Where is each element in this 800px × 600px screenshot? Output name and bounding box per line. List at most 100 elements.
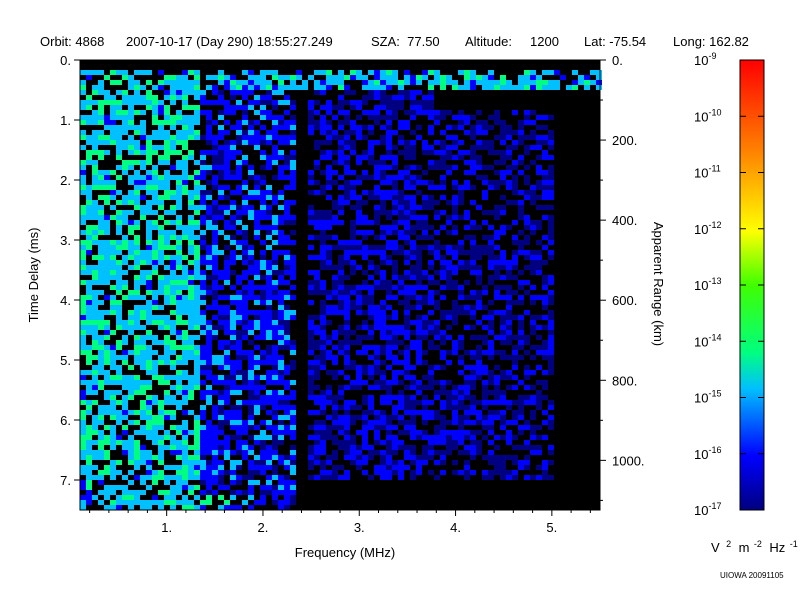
heatmap-cell: [122, 160, 128, 165]
heatmap-cell: [272, 125, 278, 130]
heatmap-cell: [530, 80, 536, 85]
heatmap-cell: [524, 395, 530, 400]
heatmap-cell: [476, 225, 482, 230]
heatmap-cell: [218, 480, 224, 485]
heatmap-cell: [500, 80, 506, 85]
heatmap-cell: [488, 320, 494, 325]
heatmap-cell: [422, 270, 428, 275]
heatmap-cell: [260, 285, 266, 290]
heatmap-cell: [266, 450, 272, 455]
heatmap-cell: [230, 90, 236, 95]
heatmap-cell: [212, 120, 218, 125]
heatmap-cell: [374, 170, 380, 175]
heatmap-cell: [452, 255, 458, 260]
heatmap-cell: [308, 350, 314, 355]
heatmap-cell: [422, 150, 428, 155]
heatmap-cell: [392, 330, 398, 335]
heatmap-cell: [512, 260, 518, 265]
heatmap-cell: [152, 175, 158, 180]
heatmap-cell: [452, 315, 458, 320]
heatmap-cell: [386, 70, 392, 75]
heatmap-cell: [404, 335, 410, 340]
heatmap-cell: [122, 385, 128, 390]
heatmap-cell: [278, 220, 284, 225]
heatmap-cell: [440, 330, 446, 335]
heatmap-cell: [230, 495, 236, 500]
heatmap-cell: [104, 295, 110, 300]
heatmap-cell: [308, 130, 314, 135]
heatmap-cell: [320, 305, 326, 310]
heatmap-cell: [122, 255, 128, 260]
heatmap-cell: [242, 455, 248, 460]
heatmap-cell: [182, 465, 188, 470]
heatmap-cell: [476, 335, 482, 340]
heatmap-cell: [176, 190, 182, 195]
heatmap-cell: [542, 175, 548, 180]
heatmap-cell: [428, 100, 434, 105]
heatmap-cell: [392, 200, 398, 205]
heatmap-cell: [188, 125, 194, 130]
heatmap-cell: [350, 245, 356, 250]
heatmap-cell: [524, 265, 530, 270]
heatmap-cell: [326, 255, 332, 260]
heatmap-cell: [92, 165, 98, 170]
heatmap-cell: [290, 460, 296, 465]
heatmap-cell: [488, 400, 494, 405]
heatmap-cell: [350, 235, 356, 240]
heatmap-cell: [248, 105, 254, 110]
heatmap-cell: [332, 310, 338, 315]
heatmap-cell: [482, 420, 488, 425]
heatmap-cell: [476, 120, 482, 125]
heatmap-cell: [254, 355, 260, 360]
heatmap-cell: [458, 125, 464, 130]
heatmap-cell: [350, 100, 356, 105]
heatmap-cell: [284, 490, 290, 495]
heatmap-cell: [416, 345, 422, 350]
heatmap-cell: [206, 115, 212, 120]
heatmap-cell: [182, 80, 188, 85]
heatmap-cell: [536, 380, 542, 385]
heatmap-cell: [98, 360, 104, 365]
heatmap-cell: [440, 140, 446, 145]
heatmap-cell: [98, 435, 104, 440]
heatmap-cell: [236, 125, 242, 130]
heatmap-cell: [206, 500, 212, 505]
heatmap-cell: [530, 70, 536, 75]
heatmap-cell: [350, 285, 356, 290]
heatmap-cell: [110, 255, 116, 260]
heatmap-cell: [338, 195, 344, 200]
heatmap-cell: [272, 240, 278, 245]
heatmap-cell: [404, 455, 410, 460]
heatmap-cell: [500, 155, 506, 160]
heatmap-cell: [242, 85, 248, 90]
heatmap-cell: [140, 280, 146, 285]
heatmap-cell: [242, 230, 248, 235]
heatmap-cell: [380, 285, 386, 290]
heatmap-cell: [98, 445, 104, 450]
heatmap-cell: [200, 165, 206, 170]
heatmap-cell: [416, 235, 422, 240]
heatmap-cell: [446, 405, 452, 410]
heatmap-cell: [440, 470, 446, 475]
heatmap-cell: [536, 350, 542, 355]
heatmap-cell: [464, 460, 470, 465]
heatmap-cell: [338, 265, 344, 270]
heatmap-cell: [164, 380, 170, 385]
heatmap-cell: [476, 290, 482, 295]
heatmap-cell: [320, 390, 326, 395]
heatmap-cell: [236, 305, 242, 310]
heatmap-cell: [266, 195, 272, 200]
heatmap-cell: [110, 190, 116, 195]
heatmap-cell: [272, 465, 278, 470]
heatmap-cell: [524, 145, 530, 150]
heatmap-cell: [242, 305, 248, 310]
heatmap-cell: [392, 205, 398, 210]
heatmap-cell: [422, 300, 428, 305]
heatmap-cell: [200, 220, 206, 225]
heatmap-cell: [548, 345, 554, 350]
heatmap-cell: [182, 75, 188, 80]
heatmap-cell: [260, 100, 266, 105]
heatmap-cell: [506, 125, 512, 130]
heatmap-cell: [356, 75, 362, 80]
heatmap-cell: [140, 310, 146, 315]
